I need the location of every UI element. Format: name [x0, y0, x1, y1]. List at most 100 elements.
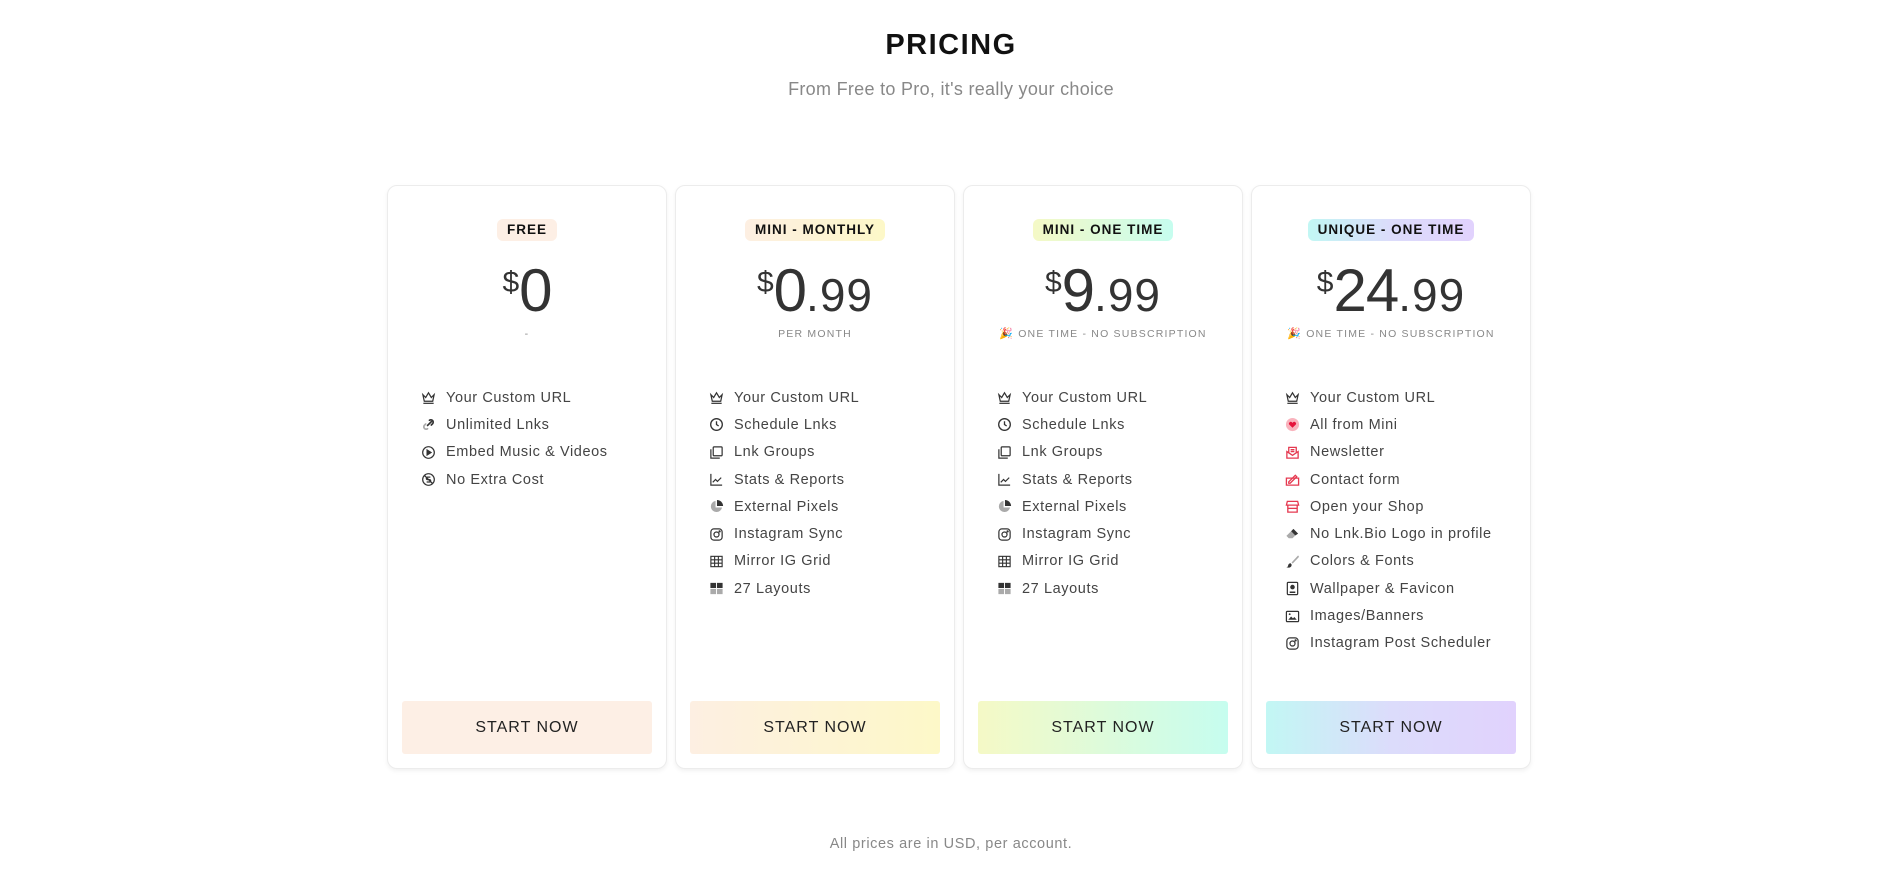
layouts-icon [996, 581, 1012, 597]
no-money-icon [420, 472, 436, 488]
link-icon [420, 417, 436, 433]
feature-label: Schedule Lnks [1022, 416, 1125, 433]
party-popper-icon: 🎉 [999, 328, 1015, 340]
feature-item: Stats & Reports [996, 466, 1242, 493]
chart-line-icon [708, 472, 724, 488]
paintbrush-icon [1284, 553, 1300, 569]
feature-item: Mirror IG Grid [996, 548, 1242, 575]
shop-icon [1284, 499, 1300, 515]
plan-price: $24.99 [1252, 256, 1530, 326]
feature-label: Mirror IG Grid [734, 553, 832, 570]
feature-item: All from Mini [1284, 411, 1530, 438]
feature-label: Wallpaper & Favicon [1310, 580, 1455, 597]
plan-price: $9.99 [964, 256, 1242, 326]
footer-note: All prices are in USD, per account. [829, 836, 1073, 852]
feature-item: Instagram Post Scheduler [1284, 630, 1530, 657]
feature-label: Contact form [1310, 471, 1401, 488]
page-title: PRICING [885, 29, 1017, 61]
start-now-button-mini-one-time[interactable]: START NOW [978, 701, 1228, 754]
feature-item: Newsletter [1284, 439, 1530, 466]
plan-badge: MINI - MONTHLY [745, 219, 885, 241]
feature-item: Unlimited Lnks [420, 411, 666, 438]
feature-item: Open your Shop [1284, 493, 1530, 520]
grid-icon [708, 553, 724, 569]
feature-item: Lnk Groups [996, 439, 1242, 466]
plan-card-unique-one-time: UNIQUE - ONE TIME $24.99 🎉 ONE TIME - NO … [1251, 185, 1531, 769]
feature-label: Lnk Groups [734, 444, 815, 461]
pricing-cards: FREE $0 - Your Custom URL Unlimited Lnks E… [387, 185, 1531, 769]
feature-item: Your Custom URL [996, 384, 1242, 411]
feature-item: Instagram Sync [996, 520, 1242, 547]
start-now-button-free[interactable]: START NOW [402, 701, 652, 754]
price-decimal: .99 [806, 269, 873, 321]
feature-item: Stats & Reports [708, 466, 954, 493]
feature-label: Your Custom URL [1022, 389, 1148, 406]
feature-item: Your Custom URL [708, 384, 954, 411]
price-currency: $ [1044, 266, 1062, 299]
feature-label: Your Custom URL [446, 389, 572, 406]
price-note: - [388, 326, 666, 342]
plan-price: $0 [388, 256, 666, 326]
plan-card-mini-monthly: MINI - MONTHLY $0.99 PER MONTH Your Cust… [675, 185, 955, 769]
price-note: 🎉 ONE TIME - NO SUBSCRIPTION [964, 326, 1242, 342]
party-popper-icon: 🎉 [1287, 328, 1303, 340]
chart-line-icon [996, 472, 1012, 488]
feature-label: Mirror IG Grid [1022, 553, 1120, 570]
start-now-button-mini-monthly[interactable]: START NOW [690, 701, 940, 754]
feature-label: Your Custom URL [1310, 389, 1436, 406]
feature-label: Instagram Sync [1022, 526, 1132, 543]
feature-item: Instagram Sync [708, 520, 954, 547]
price-integer: 0 [773, 257, 807, 324]
feature-list: Your Custom URL Unlimited Lnks Embed Music… [388, 384, 666, 493]
plan-card-mini-one-time: MINI - ONE TIME $9.99 🎉 ONE TIME - NO SUB… [963, 185, 1243, 769]
heart-icon [1284, 417, 1300, 433]
image-icon [1284, 608, 1300, 624]
price-currency: $ [502, 266, 520, 299]
feature-item: 27 Layouts [996, 575, 1242, 602]
feature-label: Images/Banners [1310, 608, 1424, 625]
feature-item: External Pixels [996, 493, 1242, 520]
feature-list: Your Custom URL Schedule Lnks Lnk Groups St… [964, 384, 1242, 602]
feature-item: External Pixels [708, 493, 954, 520]
price-note-text: ONE TIME - NO SUBSCRIPTION [1306, 328, 1495, 340]
copy-icon [708, 444, 724, 460]
grid-icon [996, 553, 1012, 569]
feature-label: Stats & Reports [1022, 471, 1133, 488]
portrait-icon [1284, 581, 1300, 597]
feature-item: Schedule Lnks [708, 411, 954, 438]
crown-icon [708, 390, 724, 406]
crown-icon [420, 390, 436, 406]
plan-card-free: FREE $0 - Your Custom URL Unlimited Lnks E… [387, 185, 667, 769]
feature-label: Lnk Groups [1022, 444, 1103, 461]
copy-icon [996, 444, 1012, 460]
layouts-icon [708, 581, 724, 597]
crown-icon [1284, 390, 1300, 406]
feature-item: 27 Layouts [708, 575, 954, 602]
price-note: 🎉 ONE TIME - NO SUBSCRIPTION [1252, 326, 1530, 342]
price-note-text: PER MONTH [778, 328, 852, 340]
clock-icon [996, 417, 1012, 433]
feature-label: Instagram Sync [734, 526, 844, 543]
feature-item: Schedule Lnks [996, 411, 1242, 438]
feature-label: Schedule Lnks [734, 416, 837, 433]
feature-item: Images/Banners [1284, 602, 1530, 629]
feature-label: No Extra Cost [446, 471, 545, 488]
plan-badge: MINI - ONE TIME [1032, 219, 1174, 241]
feature-label: Newsletter [1310, 444, 1385, 461]
pricing-header: PRICING From Free to Pro, it's really yo… [0, 28, 1902, 100]
feature-label: Your Custom URL [734, 389, 860, 406]
feature-item: Mirror IG Grid [708, 548, 954, 575]
start-now-button-unique-one-time[interactable]: START NOW [1266, 701, 1516, 754]
feature-list: Your Custom URL Schedule Lnks Lnk Groups St… [676, 384, 954, 602]
eraser-icon [1284, 526, 1300, 542]
contact-form-icon [1284, 472, 1300, 488]
price-currency: $ [1316, 266, 1334, 299]
feature-label: Unlimited Lnks [446, 416, 550, 433]
pie-chart-icon [996, 499, 1012, 515]
price-integer: 9 [1061, 257, 1095, 324]
feature-label: External Pixels [734, 498, 839, 515]
crown-icon [996, 390, 1012, 406]
feature-label: Instagram Post Scheduler [1310, 635, 1492, 652]
feature-list: Your Custom URL All from Mini Newsletter Co… [1252, 384, 1530, 657]
play-circle-icon [420, 444, 436, 460]
